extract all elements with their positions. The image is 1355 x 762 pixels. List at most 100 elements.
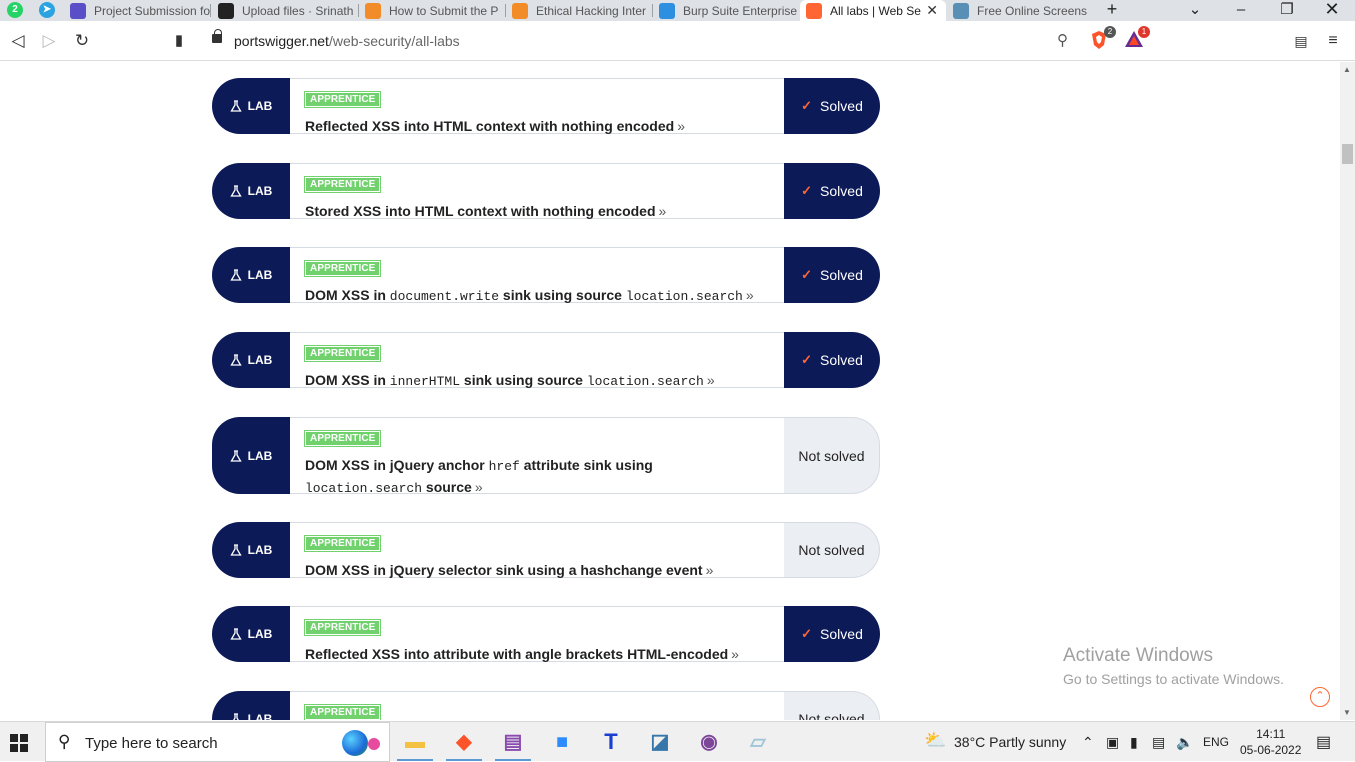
scroll-down-arrow-icon[interactable]: ▼ xyxy=(1343,708,1351,717)
browser-tab[interactable]: Burp Suite Enterprise xyxy=(653,0,799,21)
lab-title-code: location.search xyxy=(305,481,423,496)
weather-widget[interactable]: 38°C Partly sunny xyxy=(954,734,1066,750)
lab-body: APPRENTICE DOM XSS in document.write sink… xyxy=(290,247,784,304)
portswigger-icon xyxy=(806,2,822,19)
lab-title-text: sink using source xyxy=(499,287,626,303)
browser-tab[interactable]: Ethical Hacking Inter xyxy=(506,0,652,21)
wallet-icon[interactable]: ▤ xyxy=(1290,30,1312,52)
lab-status-label: Solved xyxy=(820,626,863,642)
page-viewport: LAB APPRENTICE Reflected XSS into HTML con… xyxy=(0,62,1340,720)
new-tab-button[interactable]: + xyxy=(1090,0,1134,21)
taskbar-search-box[interactable]: ⚲ Type here to search xyxy=(45,722,390,762)
file-explorer-icon[interactable]: ▬ xyxy=(402,729,428,755)
lab-title-text: sink using source xyxy=(460,372,587,388)
whatsapp-icon[interactable]: 2 xyxy=(7,2,23,18)
menu-icon[interactable]: ≡ xyxy=(1322,30,1344,52)
lab-tag: LAB xyxy=(212,417,290,494)
lab-title-link[interactable]: DOM XSS in jQuery anchor href attribute … xyxy=(305,455,770,499)
checkmark-icon: ✓ xyxy=(801,267,813,282)
address-bar[interactable]: portswigger.net/web-security/all-labs ⚲ xyxy=(200,27,1080,55)
telegram-icon[interactable]: ➤ xyxy=(39,2,55,18)
winrar-icon[interactable]: ▤ xyxy=(500,729,526,755)
lock-icon xyxy=(212,29,222,43)
tab-title: Upload files · Srinath xyxy=(242,3,354,18)
lab-body: APPRENTICE Reflected XSS into HTML contex… xyxy=(290,78,784,134)
page-scrollbar[interactable]: ▲ ▼ xyxy=(1340,62,1355,720)
lab-tag-label: LAB xyxy=(247,712,273,720)
lab-title-text: DOM XSS in xyxy=(305,372,390,388)
forward-button[interactable]: ▷ xyxy=(38,30,60,52)
browser-tab[interactable]: Upload files · Srinath xyxy=(212,0,358,21)
level-badge: APPRENTICE xyxy=(303,91,382,108)
flask-icon xyxy=(230,449,242,462)
network-icon[interactable]: ▤ xyxy=(1152,734,1165,751)
notification-center-icon[interactable]: ▤ xyxy=(1316,732,1331,752)
browser-tab[interactable]: All labs | Web Se ✕ xyxy=(800,0,946,21)
lab-body: APPRENTICE xyxy=(290,691,784,720)
lab-title-link[interactable]: DOM XSS in jQuery selector sink using a … xyxy=(305,560,770,580)
lab-card[interactable]: LAB APPRENTICE Reflected XSS into HTML con… xyxy=(212,78,880,134)
checkmark-icon: ✓ xyxy=(801,183,813,198)
double-chevron-right-icon: » xyxy=(706,372,715,388)
brave-shields-icon[interactable]: 2 xyxy=(1090,26,1116,50)
scroll-up-arrow-icon[interactable]: ▲ xyxy=(1343,65,1351,74)
lab-title-text: DOM XSS in xyxy=(305,287,390,303)
search-highlight-globe-icon xyxy=(342,730,368,756)
notepad-icon[interactable]: ▱ xyxy=(745,729,771,755)
back-button[interactable]: ◁ xyxy=(7,30,29,52)
reload-button[interactable]: ↻ xyxy=(71,30,93,52)
browser-tab[interactable]: Free Online Screensh xyxy=(947,0,1087,21)
taskbar-clock[interactable]: 14:11 05-06-2022 xyxy=(1240,726,1301,758)
lab-title-link[interactable]: Reflected XSS into HTML context with not… xyxy=(305,116,770,136)
tor-icon[interactable]: ◉ xyxy=(696,729,722,755)
lab-card[interactable]: LAB APPRENTICE Not solved xyxy=(212,691,880,720)
lab-title-link[interactable]: DOM XSS in document.write sink using sou… xyxy=(305,285,770,307)
scroll-to-top-button[interactable]: ⌃ xyxy=(1310,687,1330,707)
lab-tag: LAB xyxy=(212,332,290,388)
lab-card[interactable]: LAB APPRENTICE Stored XSS into HTML contex… xyxy=(212,163,880,219)
bookmark-icon[interactable]: ▮ xyxy=(168,30,190,52)
checkmark-icon: ✓ xyxy=(801,98,813,113)
lab-title-text: Reflected XSS into HTML context with not… xyxy=(305,118,675,134)
lab-card[interactable]: LAB APPRENTICE DOM XSS in innerHTML sink u… xyxy=(212,332,880,389)
scrollbar-thumb[interactable] xyxy=(1342,144,1353,164)
lab-status-label: Solved xyxy=(820,352,863,368)
lab-title-code: location.search xyxy=(625,289,743,304)
meet-now-icon[interactable]: ▣ xyxy=(1106,734,1119,751)
lab-card[interactable]: LAB APPRENTICE DOM XSS in document.write s… xyxy=(212,247,880,304)
python-icon[interactable]: ◪ xyxy=(647,729,673,755)
lab-title-code: href xyxy=(488,459,520,474)
weather-icon[interactable]: ⛅ xyxy=(924,730,946,751)
brave-rewards-icon[interactable]: 1 xyxy=(1124,26,1150,50)
windows-start-button[interactable] xyxy=(10,734,28,752)
purple-form-icon xyxy=(70,2,86,19)
double-chevron-right-icon: » xyxy=(658,203,667,219)
maximize-button[interactable]: ❐ xyxy=(1264,0,1310,21)
lab-card[interactable]: LAB APPRENTICE DOM XSS in jQuery selector … xyxy=(212,522,880,578)
close-window-button[interactable]: ✕ xyxy=(1309,0,1355,21)
search-icon[interactable]: ⚲ xyxy=(1057,31,1068,49)
tab-strip: 2 ➤ Project Submission fo Upload files · S… xyxy=(0,0,1355,21)
typora-icon[interactable]: T xyxy=(598,729,624,755)
show-hidden-icons-chevron-icon[interactable]: ⌃ xyxy=(1082,734,1094,751)
lab-card[interactable]: LAB APPRENTICE Reflected XSS into attribut… xyxy=(212,606,880,662)
zoom-icon[interactable]: ■ xyxy=(549,729,575,755)
lab-title-link[interactable]: DOM XSS in innerHTML sink using source l… xyxy=(305,370,770,392)
minimize-button[interactable]: – xyxy=(1218,0,1264,21)
lab-title-link[interactable]: Reflected XSS into attribute with angle … xyxy=(305,644,770,664)
lab-status-label: Not solved xyxy=(798,711,865,720)
close-tab-icon[interactable]: ✕ xyxy=(926,2,938,19)
brave-icon[interactable]: ◆ xyxy=(451,729,477,755)
tab-title: Project Submission fo xyxy=(94,3,210,18)
language-indicator[interactable]: ENG xyxy=(1203,735,1229,749)
lab-title-link[interactable]: Stored XSS into HTML context with nothin… xyxy=(305,201,770,221)
lab-card[interactable]: LAB APPRENTICE DOM XSS in jQuery anchor hr… xyxy=(212,417,880,496)
tab-search-chevron-icon[interactable]: ⌄ xyxy=(1172,0,1218,21)
browser-tab[interactable]: How to Submit the P xyxy=(359,0,505,21)
volume-icon[interactable]: 🔈 xyxy=(1176,734,1193,751)
lab-status: ✓ Solved xyxy=(784,332,880,388)
microphone-icon[interactable]: ▮ xyxy=(1130,734,1138,751)
lab-status-label: Not solved xyxy=(798,542,865,558)
lab-body: APPRENTICE DOM XSS in innerHTML sink usin… xyxy=(290,332,784,389)
browser-tab[interactable]: Project Submission fo xyxy=(64,0,210,21)
